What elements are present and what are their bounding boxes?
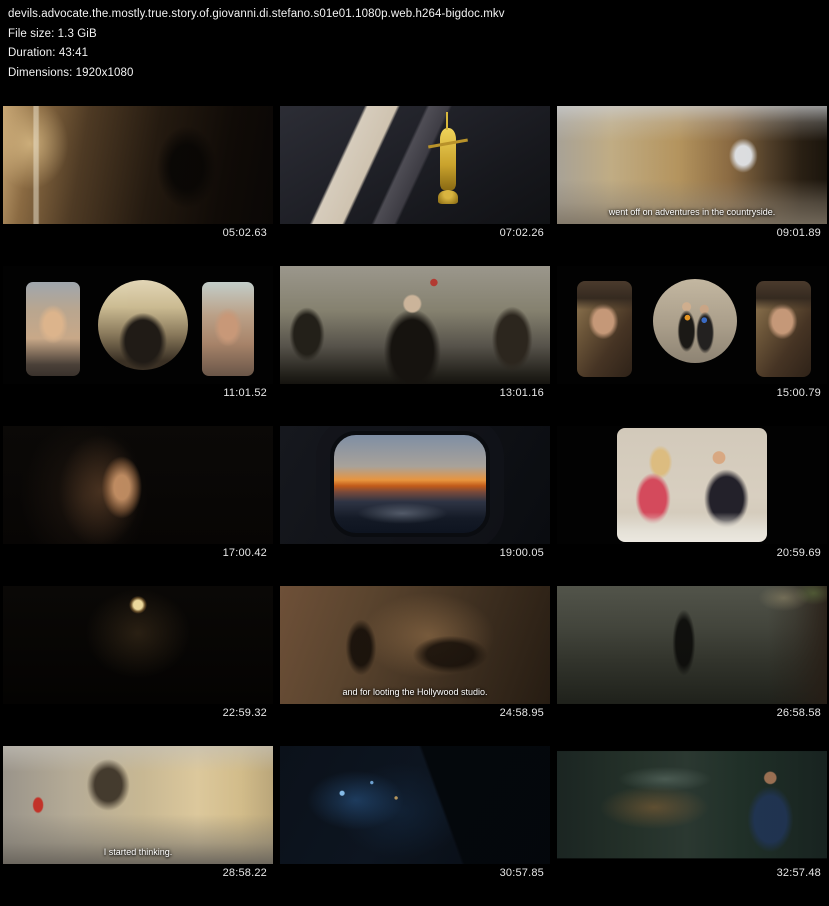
thumbnail-cell: 19:00.05 [280,426,550,586]
timestamp-label: 22:59.32 [3,707,273,719]
justice-statue-shape [440,128,456,190]
video-contact-sheet: devils.advocate.the.mostly.true.story.of… [0,0,829,881]
subtitle-caption: I started thinking. [3,847,273,857]
video-frame-thumbnail: and for looting the Hollywood studio. [280,586,550,704]
video-frame-thumbnail [280,746,550,864]
file-info-header: devils.advocate.the.mostly.true.story.of… [8,5,505,83]
video-frame-thumbnail [557,586,827,704]
thumbnail-cell: 13:01.16 [280,266,550,426]
thumbnail-grid: 05:02.63 07:02.26 went off on adventures… [3,106,827,906]
video-frame-thumbnail [3,586,273,704]
video-frame-thumbnail [557,426,827,544]
timestamp-label: 11:01.52 [3,387,273,399]
timestamp-label: 32:57.48 [557,867,827,879]
thumbnail-cell: 15:00.79 [557,266,827,426]
timestamp-label: 13:01.16 [280,387,550,399]
thumbnail-cell: 05:02.63 [3,106,273,266]
portrait-photo [577,281,632,377]
circle-photo [653,279,737,363]
timestamp-label: 05:02.63 [3,227,273,239]
subtitle-caption: went off on adventures in the countrysid… [557,207,827,217]
video-frame-thumbnail [3,426,273,544]
thumbnail-cell: went off on adventures in the countrysid… [557,106,827,266]
subtitle-caption: and for looting the Hollywood studio. [280,687,550,697]
thumbnail-cell: and for looting the Hollywood studio. 24… [280,586,550,746]
video-frame-thumbnail: went off on adventures in the countrysid… [557,106,827,224]
file-size-text: File size: 1.3 GiB [8,25,505,45]
timestamp-label: 15:00.79 [557,387,827,399]
timestamp-label: 28:58.22 [3,867,273,879]
portrait-photo [756,281,811,377]
timestamp-label: 26:58.58 [557,707,827,719]
thumbnail-cell: 22:59.32 [3,586,273,746]
statue-base-shape [438,190,458,204]
thumbnail-cell: 26:58.58 [557,586,827,746]
thumbnail-cell: 30:57.85 [280,746,550,906]
timestamp-label: 07:02.26 [280,227,550,239]
video-frame-thumbnail [280,266,550,384]
silhouette-circle-photo [98,280,188,370]
thumbnail-cell: I started thinking. 28:58.22 [3,746,273,906]
thumbnail-cell: 11:01.52 [3,266,273,426]
video-frame-thumbnail [3,106,273,224]
duration-text: Duration: 43:41 [8,44,505,64]
timestamp-label: 09:01.89 [557,227,827,239]
portrait-photo [202,282,254,376]
dimensions-text: Dimensions: 1920x1080 [8,64,505,84]
timestamp-label: 20:59.69 [557,547,827,559]
thumbnail-cell: 07:02.26 [280,106,550,266]
couple-photo [617,428,767,542]
video-frame-thumbnail [3,266,273,384]
thumbnail-cell: 20:59.69 [557,426,827,586]
thumbnail-cell: 17:00.42 [3,426,273,586]
timestamp-label: 17:00.42 [3,547,273,559]
portrait-photo [26,282,80,376]
timestamp-label: 19:00.05 [280,547,550,559]
timestamp-label: 30:57.85 [280,867,550,879]
airplane-window-shape [330,431,490,537]
video-frame-thumbnail [280,426,550,544]
video-frame-thumbnail [557,266,827,384]
video-frame-thumbnail: I started thinking. [3,746,273,864]
video-frame-thumbnail [280,106,550,224]
timestamp-label: 24:58.95 [280,707,550,719]
video-frame-thumbnail [557,746,827,864]
filename-text: devils.advocate.the.mostly.true.story.of… [8,5,505,25]
thumbnail-cell: 32:57.48 [557,746,827,906]
